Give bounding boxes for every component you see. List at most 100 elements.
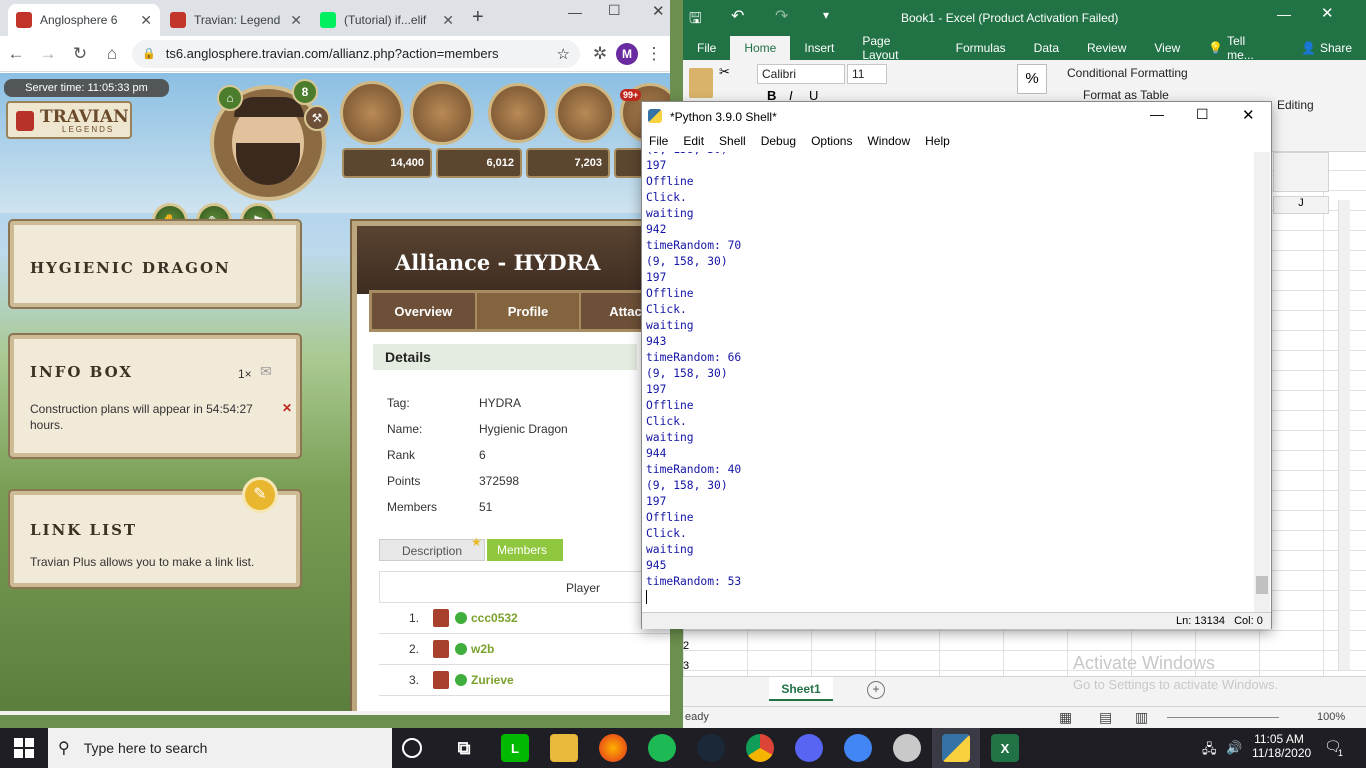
menu-icon[interactable]: ⋮	[638, 44, 670, 64]
page-break-icon[interactable]: ▥	[1135, 709, 1148, 726]
tab-home[interactable]: Home	[730, 36, 791, 60]
tab-file[interactable]: File	[683, 36, 730, 60]
menu-file[interactable]: File	[642, 132, 676, 152]
table-row[interactable]: 3. Zurieve	[379, 665, 670, 696]
menu-shell[interactable]: Shell	[712, 132, 754, 152]
normal-view-icon[interactable]: ▦	[1059, 709, 1072, 726]
line-app-icon[interactable]: L	[501, 734, 529, 762]
undo-icon[interactable]: ↶	[731, 6, 744, 26]
home-icon[interactable]: ⌂	[217, 85, 243, 111]
chrome-alt-icon[interactable]	[844, 734, 872, 762]
minimize-icon[interactable]: —	[1277, 6, 1291, 22]
zoom-level[interactable]: 100%	[1317, 711, 1345, 723]
tab-members[interactable]: Members	[487, 539, 563, 561]
search-box[interactable]: ⚲ Type here to search	[48, 728, 392, 768]
tab-page-layout[interactable]: Page Layout	[848, 34, 941, 62]
tab-view[interactable]: View	[1140, 36, 1194, 60]
forward-icon[interactable]: →	[32, 44, 64, 64]
row-header[interactable]: 2	[683, 640, 693, 652]
star-icon[interactable]: ☆	[557, 45, 570, 63]
conditional-formatting-button[interactable]: Conditional Formatting	[1067, 66, 1188, 80]
member-name[interactable]: ccc0532	[471, 611, 518, 625]
cortana-icon[interactable]	[402, 738, 422, 758]
tab-travian[interactable]: Travian: Legend ✕	[162, 4, 310, 36]
font-name-box[interactable]: Calibri	[757, 64, 845, 84]
vertical-scrollbar[interactable]	[1254, 152, 1270, 612]
close-icon[interactable]: ✕	[290, 12, 302, 29]
cut-icon[interactable]: ✂	[719, 64, 730, 80]
tab-formulas[interactable]: Formulas	[942, 36, 1020, 60]
tab-insert[interactable]: Insert	[790, 36, 848, 60]
format-as-table-button[interactable]: Format as Table	[1083, 88, 1169, 102]
travian-logo[interactable]: TRAVIAN LEGENDS	[6, 101, 132, 139]
clock[interactable]: 11:05 AM 11/18/2020	[1252, 732, 1311, 760]
network-icon[interactable]: 🖧	[1202, 740, 1217, 762]
member-name[interactable]: Zurieve	[471, 673, 514, 687]
map-icon[interactable]	[488, 83, 548, 143]
font-size-box[interactable]: 11	[847, 64, 887, 84]
discord-icon[interactable]	[795, 734, 823, 762]
close-window-icon[interactable]: ✕	[652, 2, 665, 20]
add-sheet-icon[interactable]: +	[867, 681, 885, 699]
spotify-icon[interactable]	[648, 734, 676, 762]
pencil-icon[interactable]: ✎	[242, 477, 278, 513]
menu-window[interactable]: Window	[860, 132, 918, 152]
minimize-icon[interactable]: —	[568, 4, 582, 20]
app-icon[interactable]	[893, 734, 921, 762]
vertical-scrollbar[interactable]	[1338, 200, 1350, 670]
steam-icon[interactable]	[697, 734, 725, 762]
firefox-icon[interactable]	[599, 734, 627, 762]
tell-me-box[interactable]: 💡 Tell me...	[1194, 34, 1287, 62]
tab-profile[interactable]: Profile	[476, 293, 582, 329]
excel-icon[interactable]: X	[991, 734, 1019, 762]
tab-overview[interactable]: Overview	[372, 293, 477, 329]
customize-toolbar-icon[interactable]: ▾	[823, 8, 829, 22]
close-window-icon[interactable]: ✕	[1321, 4, 1334, 22]
column-header-j[interactable]: J	[1273, 196, 1329, 214]
tab-review[interactable]: Review	[1073, 36, 1140, 60]
scroll-thumb[interactable]	[1256, 576, 1268, 594]
back-icon[interactable]: ←	[0, 44, 32, 64]
close-icon[interactable]: ✕	[442, 12, 454, 29]
reload-icon[interactable]: ↻	[64, 44, 96, 64]
hammer-icon[interactable]: ⚒	[304, 105, 330, 131]
maximize-icon[interactable]: ☐	[1196, 106, 1209, 123]
close-icon[interactable]: ✕	[282, 401, 292, 415]
table-row[interactable]: 2. w2b	[379, 634, 670, 665]
tab-description[interactable]: Description	[379, 539, 485, 561]
redo-icon[interactable]: ↷	[775, 6, 788, 26]
village-view-icon[interactable]	[410, 81, 474, 145]
sheet-tab[interactable]: Sheet1	[769, 677, 833, 701]
statistics-icon[interactable]	[555, 83, 615, 143]
python-idle-icon[interactable]	[942, 734, 970, 762]
row-header[interactable]: 3	[683, 660, 693, 672]
maximize-icon[interactable]: ☐	[608, 2, 621, 19]
volume-icon[interactable]: 🔊	[1226, 740, 1242, 756]
minimize-icon[interactable]: —	[1150, 106, 1164, 122]
shell-output[interactable]: (9, 158, 30) 197 Offline Click. waiting 942 ti…	[646, 152, 1254, 610]
editing-button[interactable]: Editing	[1277, 98, 1314, 112]
tab-tutorial[interactable]: (Tutorial) if...elif ✕	[312, 4, 462, 36]
menu-edit[interactable]: Edit	[676, 132, 712, 152]
member-name[interactable]: w2b	[471, 642, 494, 656]
close-window-icon[interactable]: ✕	[1242, 106, 1255, 124]
tab-anglosphere[interactable]: Anglosphere 6 ✕	[8, 4, 160, 36]
share-button[interactable]: 👤 Share	[1287, 36, 1366, 60]
close-icon[interactable]: ✕	[140, 12, 152, 29]
profile-avatar[interactable]: M	[616, 42, 638, 65]
horizontal-scrollbar[interactable]	[0, 711, 670, 715]
percent-icon[interactable]: %	[1017, 64, 1047, 94]
task-view-icon[interactable]: ⧉	[450, 734, 478, 762]
address-bar[interactable]: 🔒 ts6.anglosphere.travian.com/allianz.ph…	[132, 39, 580, 68]
file-explorer-icon[interactable]	[550, 734, 578, 762]
resources-view-icon[interactable]	[340, 81, 404, 145]
home-icon[interactable]: ⌂	[96, 44, 128, 64]
extensions-icon[interactable]: ✲	[584, 44, 616, 64]
page-layout-icon[interactable]: ▤	[1099, 709, 1112, 726]
menu-options[interactable]: Options	[804, 132, 860, 152]
windows-start-icon[interactable]	[14, 738, 34, 758]
formula-expand[interactable]	[1273, 152, 1329, 192]
new-tab-button[interactable]: +	[472, 6, 484, 29]
paste-icon[interactable]	[689, 68, 713, 98]
tab-data[interactable]: Data	[1020, 36, 1073, 60]
